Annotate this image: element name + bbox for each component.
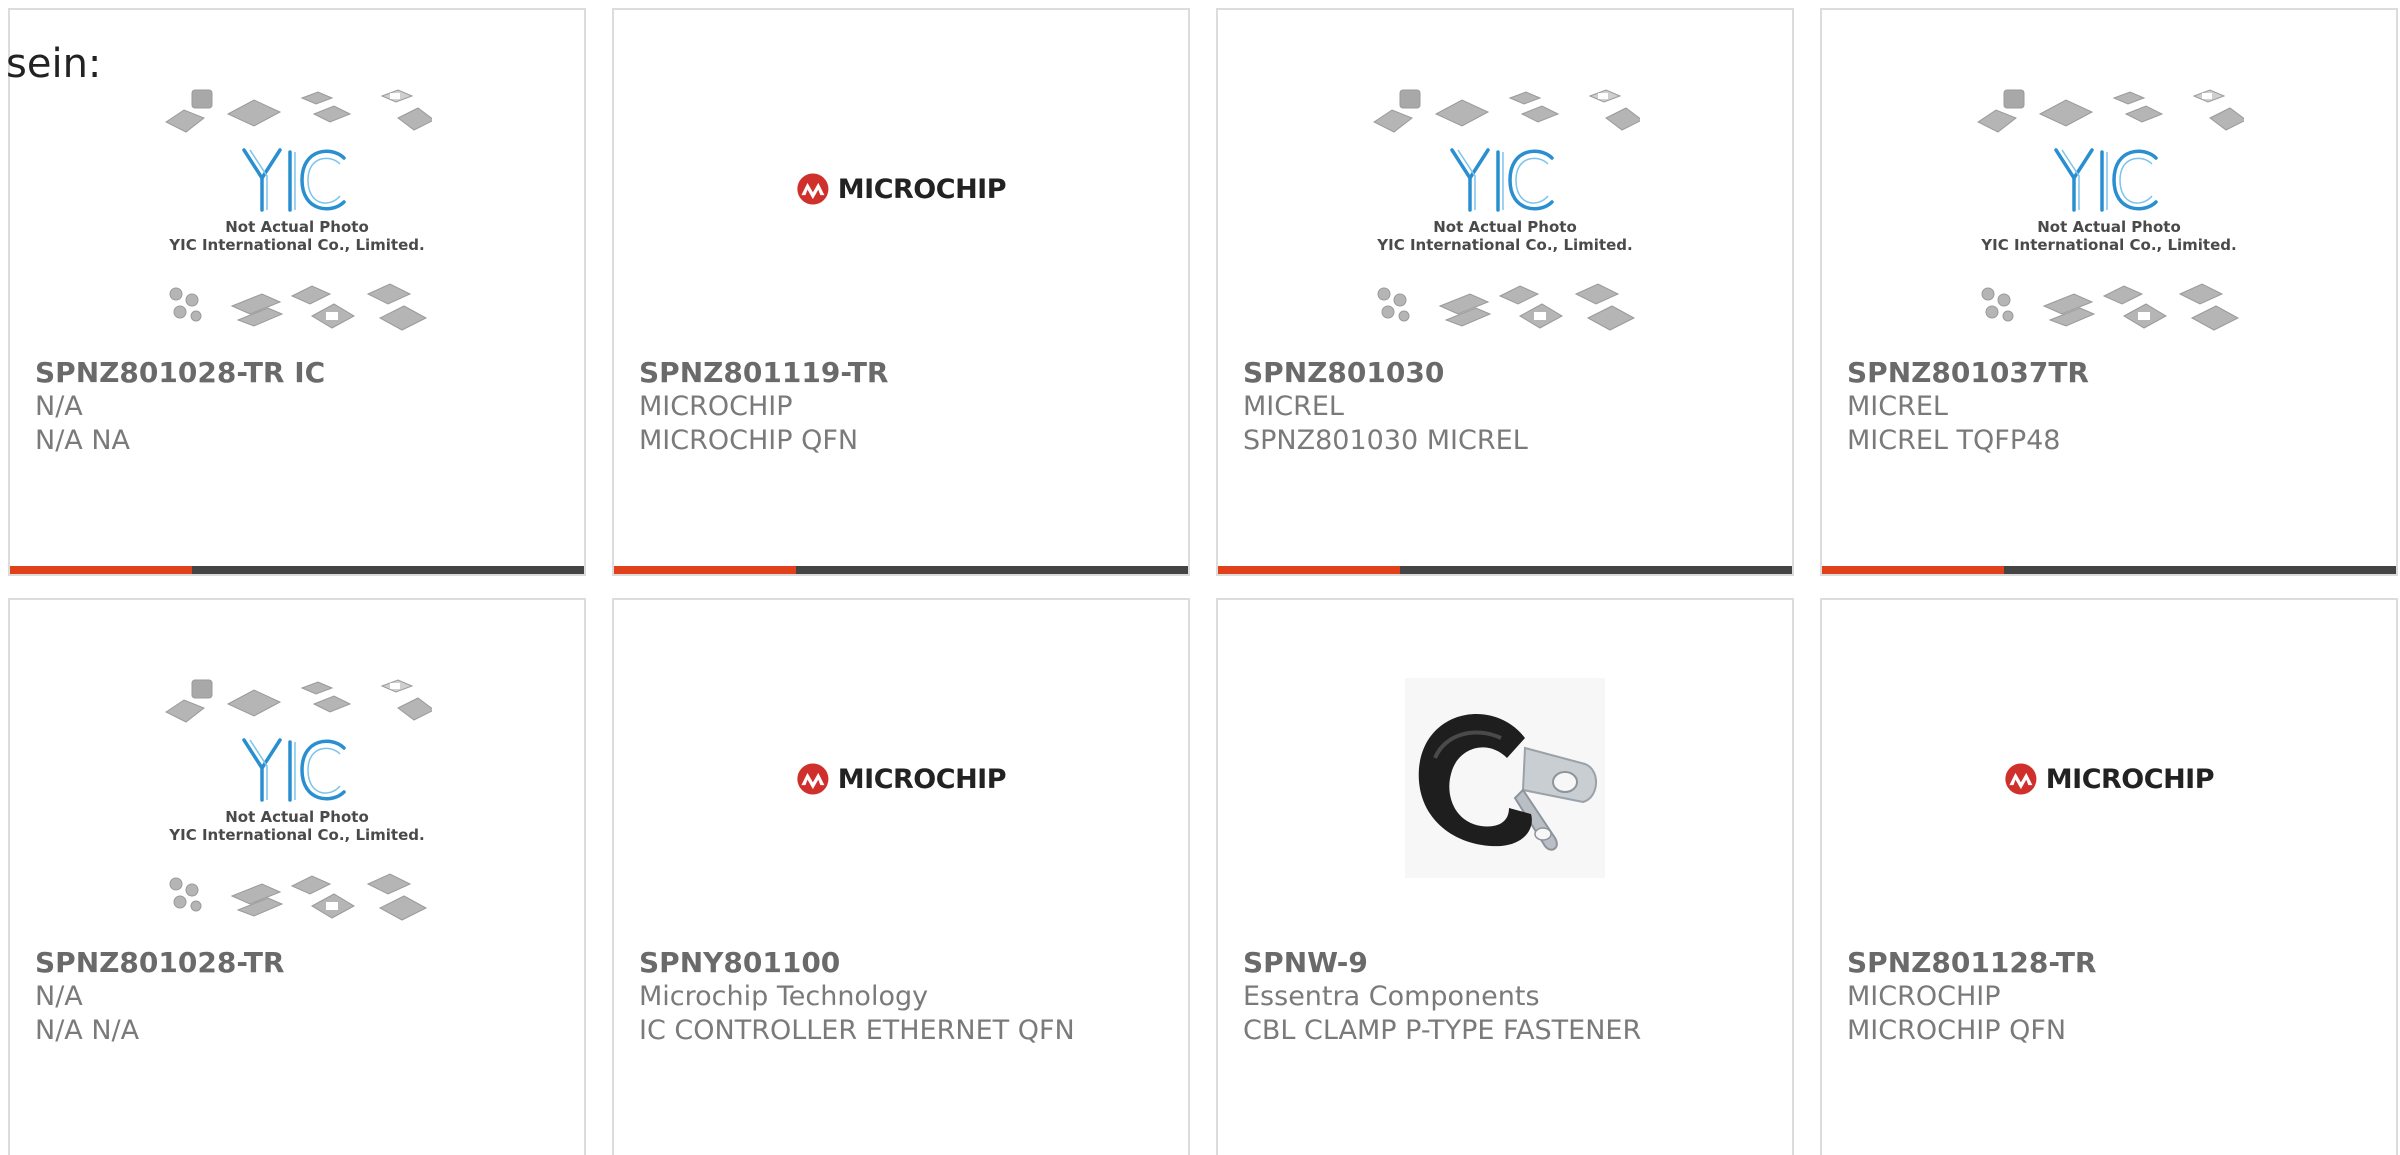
product-description: MICROCHIP QFN bbox=[1847, 1015, 2067, 1046]
microchip-logo: MICROCHIP bbox=[2004, 752, 2215, 806]
microchip-logo-text: MICROCHIP bbox=[837, 173, 1007, 205]
product-manufacturer: Microchip Technology bbox=[639, 981, 929, 1012]
product-info: SPNZ801028-TR IC N/A N/A NA bbox=[35, 356, 564, 458]
product-card[interactable]: Not Actual Photo YIC International Co., … bbox=[8, 598, 586, 1155]
product-manufacturer: N/A bbox=[35, 391, 83, 422]
card-bottom-accent bbox=[1822, 566, 2004, 574]
microchip-logo: MICROCHIP bbox=[796, 162, 1007, 216]
card-bottom-accent bbox=[1218, 566, 1400, 574]
caption-line-1: Not Actual Photo bbox=[225, 808, 369, 826]
product-card[interactable]: Not Actual Photo YIC International Co., … bbox=[8, 8, 586, 576]
not-actual-photo-image: Not Actual Photo YIC International Co., … bbox=[1370, 88, 1643, 338]
chip-packages-graphic bbox=[162, 870, 432, 926]
product-info: SPNZ801028-TR N/A N/A N/A bbox=[35, 946, 564, 1048]
product-description: N/A NA bbox=[35, 425, 131, 456]
product-info: SPNZ801128-TR MICROCHIP MICROCHIP QFN bbox=[1847, 946, 2376, 1048]
product-image[interactable]: MICROCHIP bbox=[614, 678, 1188, 938]
card-bottom-bar bbox=[614, 566, 1188, 574]
product-card[interactable]: MICROCHIP SPNZ801128-TR MICROCHIP MICROCHI… bbox=[1820, 598, 2398, 1155]
microchip-logo-text: MICROCHIP bbox=[2045, 763, 2215, 795]
product-image[interactable]: Not Actual Photo YIC International Co., … bbox=[10, 88, 584, 348]
product-card[interactable]: Not Actual Photo YIC International Co., … bbox=[1216, 8, 1794, 576]
product-manufacturer: MICROCHIP bbox=[1847, 981, 2001, 1012]
product-description: N/A N/A bbox=[35, 1015, 140, 1046]
product-info: SPNW-9 Essentra Components CBL CLAMP P-TYP… bbox=[1243, 946, 1772, 1048]
product-manufacturer: MICREL bbox=[1243, 391, 1344, 422]
chip-packages-graphic bbox=[162, 678, 435, 734]
product-card[interactable]: SPNW-9 Essentra Components CBL CLAMP P-TYP… bbox=[1216, 598, 1794, 1155]
product-card[interactable]: MICROCHIP SPNZ801119-TR MICROCHIP MICROCHI… bbox=[612, 8, 1190, 576]
product-manufacturer: N/A bbox=[35, 981, 83, 1012]
caption-line-2: YIC International Co., Limited. bbox=[169, 826, 425, 844]
card-bottom-accent bbox=[614, 566, 796, 574]
product-part-number[interactable]: SPNY801100 bbox=[639, 946, 1168, 980]
product-card[interactable]: MICROCHIP SPNY801100 Microchip Technology… bbox=[612, 598, 1190, 1155]
product-manufacturer: Essentra Components bbox=[1243, 981, 1540, 1012]
card-bottom-bar bbox=[10, 566, 584, 574]
microchip-logo: MICROCHIP bbox=[796, 752, 1007, 806]
product-image[interactable]: MICROCHIP bbox=[1822, 678, 2396, 938]
product-part-number[interactable]: SPNZ801030 bbox=[1243, 356, 1772, 390]
product-info: SPNZ801030 MICREL SPNZ801030 MICREL bbox=[1243, 356, 1772, 458]
product-part-number[interactable]: SPNZ801028-TR IC bbox=[35, 356, 564, 390]
not-actual-photo-caption: Not Actual Photo YIC International Co., … bbox=[1974, 218, 2244, 254]
chip-packages-graphic bbox=[162, 280, 432, 336]
card-bottom-bar bbox=[1218, 566, 1792, 574]
product-grid-page: sein: Not Actual Photo YIC International… bbox=[0, 0, 2400, 1155]
microchip-logo-icon bbox=[797, 173, 829, 205]
yic-logo bbox=[2054, 148, 2158, 212]
product-manufacturer: MICROCHIP bbox=[639, 391, 793, 422]
product-part-number[interactable]: SPNZ801128-TR bbox=[1847, 946, 2376, 980]
caption-line-1: Not Actual Photo bbox=[225, 218, 369, 236]
product-image[interactable]: Not Actual Photo YIC International Co., … bbox=[1822, 88, 2396, 348]
product-part-number[interactable]: SPNZ801037TR bbox=[1847, 356, 2376, 390]
not-actual-photo-caption: Not Actual Photo YIC International Co., … bbox=[162, 218, 432, 254]
product-info: SPNZ801037TR MICREL MICREL TQFP48 bbox=[1847, 356, 2376, 458]
chip-packages-graphic bbox=[1974, 88, 2247, 144]
product-info: SPNZ801119-TR MICROCHIP MICROCHIP QFN bbox=[639, 356, 1168, 458]
not-actual-photo-image: Not Actual Photo YIC International Co., … bbox=[162, 678, 435, 928]
stray-label: sein: bbox=[6, 41, 102, 87]
not-actual-photo-image: Not Actual Photo YIC International Co., … bbox=[1974, 88, 2247, 338]
product-image[interactable]: Not Actual Photo YIC International Co., … bbox=[1218, 88, 1792, 348]
card-bottom-accent bbox=[10, 566, 192, 574]
caption-line-2: YIC International Co., Limited. bbox=[1981, 236, 2237, 254]
yic-logo bbox=[1450, 148, 1554, 212]
caption-line-2: YIC International Co., Limited. bbox=[169, 236, 425, 254]
product-description: SPNZ801030 MICREL bbox=[1243, 425, 1528, 456]
caption-line-2: YIC International Co., Limited. bbox=[1377, 236, 1633, 254]
caption-line-1: Not Actual Photo bbox=[1433, 218, 1577, 236]
product-description: CBL CLAMP P-TYPE FASTENER bbox=[1243, 1015, 1642, 1046]
product-image[interactable] bbox=[1218, 678, 1792, 938]
product-description: IC CONTROLLER ETHERNET QFN bbox=[639, 1015, 1075, 1046]
not-actual-photo-caption: Not Actual Photo YIC International Co., … bbox=[1370, 218, 1640, 254]
yic-logo bbox=[242, 738, 346, 802]
product-image[interactable]: MICROCHIP bbox=[614, 88, 1188, 348]
product-part-number[interactable]: SPNZ801028-TR bbox=[35, 946, 564, 980]
product-description: MICREL TQFP48 bbox=[1847, 425, 2061, 456]
cable-clamp-photo bbox=[1405, 678, 1605, 878]
product-image[interactable]: Not Actual Photo YIC International Co., … bbox=[10, 678, 584, 938]
chip-packages-graphic bbox=[1370, 88, 1643, 144]
chip-packages-graphic bbox=[162, 88, 435, 144]
chip-packages-graphic bbox=[1370, 280, 1640, 336]
product-manufacturer: MICREL bbox=[1847, 391, 1948, 422]
not-actual-photo-image: Not Actual Photo YIC International Co., … bbox=[162, 88, 435, 338]
not-actual-photo-caption: Not Actual Photo YIC International Co., … bbox=[162, 808, 432, 844]
microchip-logo-icon bbox=[797, 763, 829, 795]
product-part-number[interactable]: SPNW-9 bbox=[1243, 946, 1772, 980]
product-part-number[interactable]: SPNZ801119-TR bbox=[639, 356, 1168, 390]
chip-packages-graphic bbox=[1974, 280, 2244, 336]
yic-logo bbox=[242, 148, 346, 212]
caption-line-1: Not Actual Photo bbox=[2037, 218, 2181, 236]
microchip-logo-text: MICROCHIP bbox=[837, 763, 1007, 795]
product-card[interactable]: Not Actual Photo YIC International Co., … bbox=[1820, 8, 2398, 576]
product-info: SPNY801100 Microchip Technology IC CONTROL… bbox=[639, 946, 1168, 1048]
product-description: MICROCHIP QFN bbox=[639, 425, 859, 456]
microchip-logo-icon bbox=[2005, 763, 2037, 795]
card-bottom-bar bbox=[1822, 566, 2396, 574]
